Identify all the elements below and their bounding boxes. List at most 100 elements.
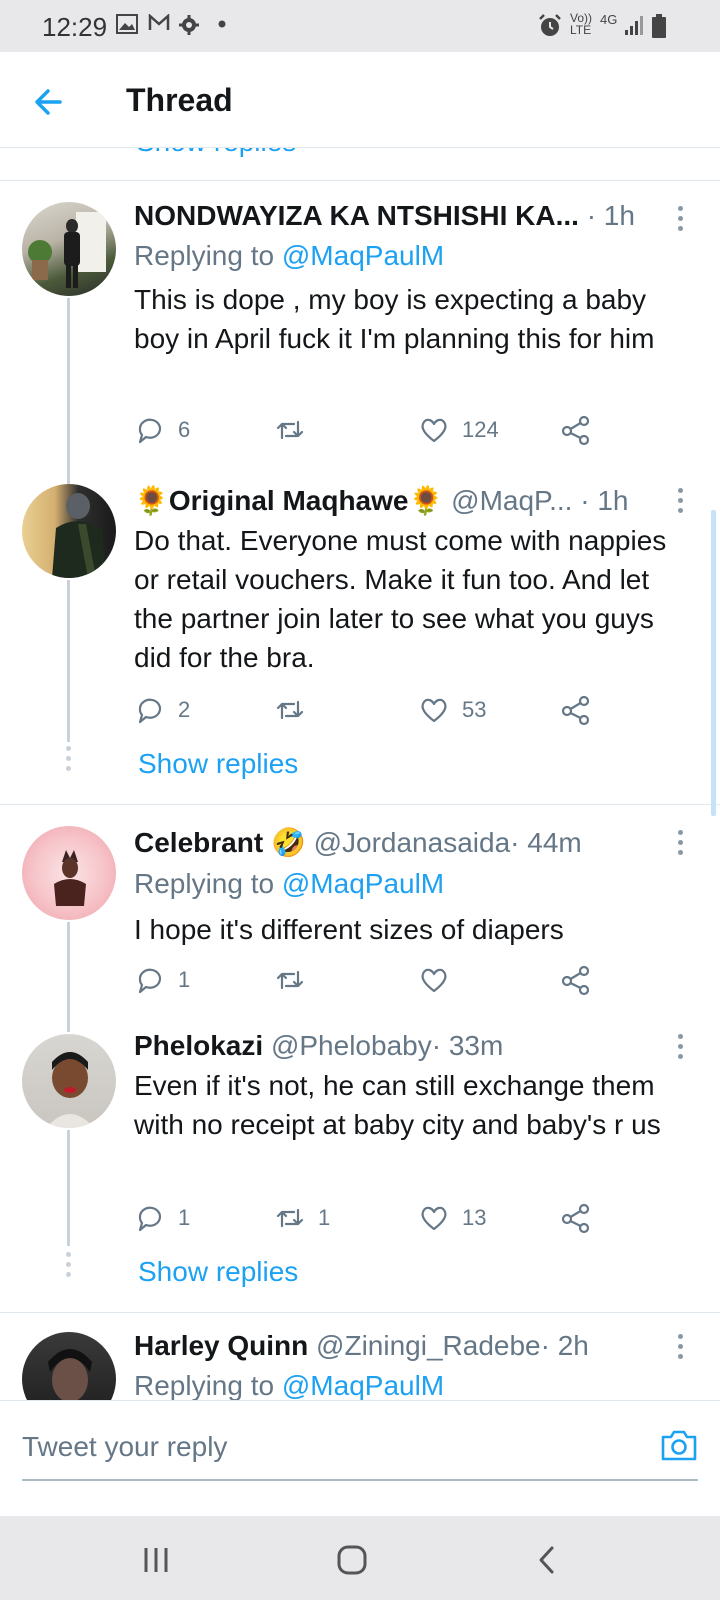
retweet-button[interactable] <box>274 410 318 450</box>
reply-icon <box>138 1206 162 1232</box>
status-time: 12:29 <box>42 12 108 42</box>
scrollbar[interactable] <box>711 510 716 816</box>
reply-bar: Tweet your reply <box>0 1400 720 1486</box>
display-name[interactable]: Harley Quinn <box>134 1330 308 1361</box>
retweet-button[interactable] <box>274 960 318 1000</box>
share-button[interactable] <box>560 1198 592 1238</box>
show-replies-link[interactable]: Show replies <box>138 1256 298 1288</box>
battery-icon <box>652 14 666 38</box>
display-name[interactable]: Celebrant <box>134 827 263 858</box>
user-handle[interactable]: @MaqP... <box>451 485 572 516</box>
heart-icon <box>421 968 447 993</box>
tweet-actions: 6 124 <box>134 410 614 450</box>
back-icon[interactable] <box>530 1542 566 1578</box>
avatar-photo <box>46 1052 94 1128</box>
retweet-icon <box>276 970 304 990</box>
dot-icon <box>218 20 226 28</box>
tweet-text: Do that. Everyone must come with nappies… <box>134 525 667 673</box>
retweet-button[interactable] <box>274 690 318 730</box>
more-options-icon[interactable] <box>678 1334 684 1364</box>
share-icon <box>561 965 590 996</box>
more-options-icon[interactable] <box>678 830 684 860</box>
rofl-emoji: 🤣 <box>270 827 306 858</box>
like-count: 53 <box>462 697 487 722</box>
replying-to-handle[interactable]: @MaqPaulM <box>282 1370 444 1400</box>
reply-input[interactable]: Tweet your reply <box>22 1431 227 1463</box>
home-icon[interactable] <box>334 1542 370 1578</box>
thread-scroll[interactable]: Show replies NONDWAYIZA KA NTSHISHI KA..… <box>0 148 720 1400</box>
tweet-time: · 2h <box>540 1330 589 1361</box>
recent-apps-icon[interactable] <box>138 1542 174 1578</box>
share-icon <box>561 1203 590 1234</box>
tweet-text: Even if it's not, he can still exchange … <box>134 1070 661 1140</box>
reply-count: 2 <box>178 697 191 722</box>
retweet-button[interactable]: 1 <box>274 1198 330 1238</box>
avatar[interactable] <box>22 484 116 578</box>
avatar-photo <box>48 1349 92 1400</box>
avatar[interactable] <box>22 202 116 296</box>
like-button[interactable]: 13 <box>418 1198 486 1238</box>
image-icon <box>116 14 138 34</box>
display-name[interactable]: NONDWAYIZA KA NTSHISHI KA... <box>134 200 579 231</box>
tweet-header: Harley Quinn @Ziningi_Radebe· 2h <box>134 1330 589 1362</box>
page-title: Thread <box>126 82 233 118</box>
reply-button[interactable]: 1 <box>134 960 190 1000</box>
share-button[interactable] <box>560 690 592 730</box>
replying-to-label: Replying to <box>134 1370 282 1400</box>
user-handle[interactable]: @Phelobaby <box>271 1030 432 1061</box>
more-options-icon[interactable] <box>678 1034 684 1064</box>
reply-count: 1 <box>178 967 191 992</box>
thread-line <box>67 298 70 484</box>
reply-icon <box>138 968 162 994</box>
back-arrow-icon[interactable] <box>30 82 70 122</box>
divider <box>0 180 720 181</box>
signal-icon <box>625 16 643 35</box>
thread-line <box>67 580 70 742</box>
reply-button[interactable]: 1 <box>134 1198 190 1238</box>
more-options-icon[interactable] <box>678 488 684 518</box>
alarm-icon <box>539 14 561 36</box>
tweet-header: Celebrant 🤣 @Jordanasaida· 44m <box>134 826 582 859</box>
tweet-header: 🌻Original Maqhawe🌻 @MaqP... · 1h <box>134 484 628 517</box>
like-button[interactable]: 53 <box>418 690 486 730</box>
system-nav-bar <box>0 1516 720 1600</box>
replying-to-label: Replying to <box>134 868 282 899</box>
camera-icon[interactable] <box>660 1427 698 1463</box>
reply-button[interactable]: 6 <box>134 410 190 450</box>
reply-icon <box>138 418 162 444</box>
tweet-actions: 2 53 <box>134 690 614 730</box>
replying-to-handle[interactable]: @MaqPaulM <box>282 240 444 271</box>
reply-button[interactable]: 2 <box>134 690 190 730</box>
replying-to: Replying to @MaqPaulM <box>134 868 444 900</box>
reply-count: 1 <box>178 1205 191 1230</box>
replying-to-handle[interactable]: @MaqPaulM <box>282 868 444 899</box>
show-replies-link[interactable]: Show replies <box>138 748 298 780</box>
user-handle[interactable]: @Ziningi_Radebe <box>316 1330 541 1361</box>
replying-to-label: Replying to <box>134 240 282 271</box>
show-replies-link-partial[interactable]: Show replies <box>136 148 296 158</box>
like-button[interactable]: 124 <box>418 410 499 450</box>
share-icon <box>561 415 590 446</box>
more-options-icon[interactable] <box>678 206 684 236</box>
display-name[interactable]: Original Maqhawe <box>169 485 409 516</box>
avatar[interactable] <box>22 826 116 920</box>
avatar-photo <box>28 212 106 288</box>
tweet-time: · 44m <box>510 827 582 858</box>
reply-icon <box>138 698 162 724</box>
avatar[interactable] <box>22 1332 116 1400</box>
status-bar: 12:29 Vo)) LTE 4G <box>0 0 720 52</box>
like-count: 124 <box>462 417 499 442</box>
replying-to: Replying to @MaqPaulM <box>134 240 444 272</box>
thread-header: Thread <box>0 52 720 148</box>
tweet-header: Phelokazi @Phelobaby· 33m <box>134 1030 503 1062</box>
share-button[interactable] <box>560 410 592 450</box>
display-name[interactable]: Phelokazi <box>134 1030 263 1061</box>
avatar[interactable] <box>22 1034 116 1128</box>
divider <box>0 804 720 805</box>
share-button[interactable] <box>560 960 592 1000</box>
reply-input-underline <box>22 1479 698 1481</box>
divider <box>0 1312 720 1313</box>
like-button[interactable] <box>418 960 462 1000</box>
heart-icon <box>421 698 447 723</box>
user-handle[interactable]: @Jordanasaida <box>314 827 511 858</box>
